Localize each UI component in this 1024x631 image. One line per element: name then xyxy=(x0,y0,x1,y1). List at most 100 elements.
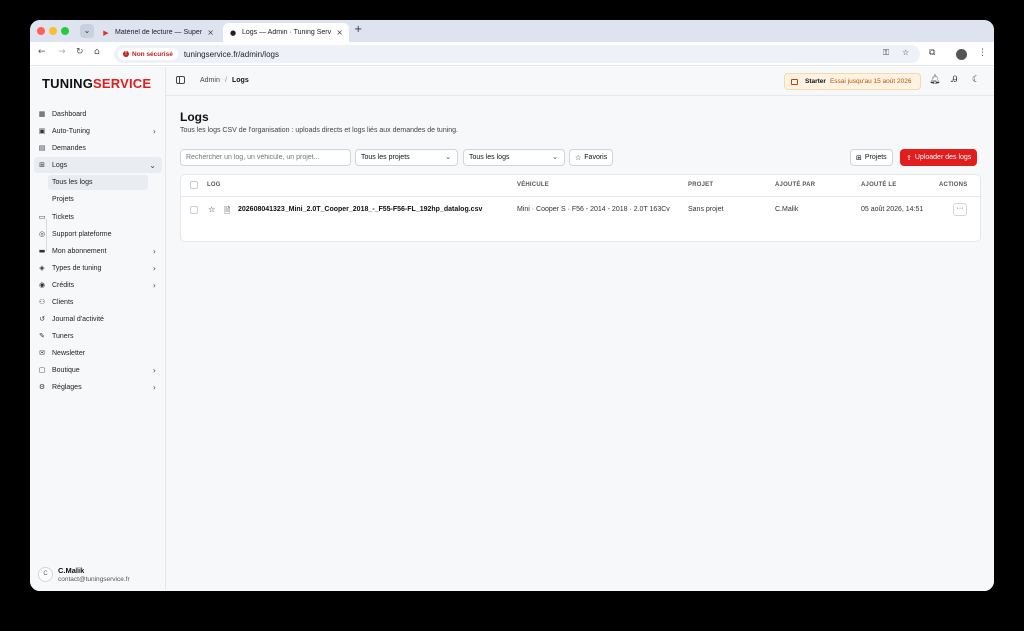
added-on-cell: 05 août 2026, 14:51 xyxy=(861,206,924,213)
upload-icon: ⇪ xyxy=(906,153,912,162)
sidebar-item-support[interactable]: ◎ Support plateforme xyxy=(34,226,162,242)
sidebar-subitem-projets[interactable]: Projets xyxy=(48,192,148,207)
page-subtitle: Tous les logs CSV de l'organisation : up… xyxy=(180,127,459,134)
browser-toolbar: ← → ↻ ⌂ ! Non sécurisé tuningservice.fr/… xyxy=(30,42,994,66)
network-icon: ⊞ xyxy=(856,153,862,162)
chevron-down-icon: ⌄ xyxy=(445,153,451,161)
sidebar: TUNINGSERVICE ▦ Dashboard ▣ Auto-Tuning › ▤… xyxy=(30,67,166,591)
maximize-window-dot[interactable] xyxy=(61,27,69,35)
top-header: Admin / Logs Starter Essai jusqu'au 15 a… xyxy=(166,67,994,96)
column-header-actions: ACTIONS xyxy=(939,182,968,188)
url-text[interactable]: tuningservice.fr/admin/logs xyxy=(184,50,279,59)
chevron-right-icon: › xyxy=(152,126,156,136)
select-all-checkbox[interactable] xyxy=(190,181,198,189)
extensions-icon[interactable]: ⧉ xyxy=(929,48,935,58)
address-bar[interactable]: ! Non sécurisé tuningservice.fr/admin/lo… xyxy=(114,45,920,63)
breadcrumb-admin[interactable]: Admin xyxy=(200,77,220,84)
column-header-log[interactable]: LOG xyxy=(207,182,221,188)
file-icon: 🗎︎ xyxy=(224,206,231,215)
tab-search-icon[interactable]: ⌄ xyxy=(80,24,94,38)
browser-tab-2[interactable]: ● Logs — Admin · Tuning Servic × xyxy=(223,23,349,42)
breadcrumb-current: Logs xyxy=(232,77,249,84)
reload-icon[interactable]: ↻ xyxy=(76,47,84,57)
column-header-ajoute-par[interactable]: AJOUTÉ PAR xyxy=(775,182,815,188)
tab-title: Matériel de lecture — Supera xyxy=(115,29,203,36)
user-email: contact@tuningservice.fr xyxy=(58,576,130,583)
plan-badge[interactable]: Starter Essai jusqu'au 15 août 2026 xyxy=(784,73,921,90)
grid-icon: ▦ xyxy=(38,110,46,118)
row-actions-button[interactable]: ··· xyxy=(953,203,967,216)
chevron-down-icon: ⌄ xyxy=(149,160,156,170)
home-icon[interactable]: ⌂ xyxy=(94,47,100,57)
back-icon[interactable]: ← xyxy=(38,47,46,57)
chevron-right-icon: › xyxy=(152,246,156,256)
projects-button[interactable]: ⊞ Projets xyxy=(850,149,893,166)
bookmark-star-icon[interactable]: ☆ xyxy=(902,48,909,57)
forward-icon[interactable]: → xyxy=(58,47,66,57)
favorites-button[interactable]: ☆ Favoris xyxy=(569,149,614,166)
chevron-right-icon: › xyxy=(152,382,156,392)
sidebar-item-demandes[interactable]: ▤ Demandes xyxy=(34,140,162,156)
users-icon: ⚇ xyxy=(38,298,46,306)
sidebar-item-credits[interactable]: ◉ Crédits › xyxy=(34,277,162,293)
column-header-vehicule[interactable]: VÉHICULE xyxy=(517,182,549,188)
moon-icon[interactable]: ☾ xyxy=(972,75,980,85)
chevron-right-icon: › xyxy=(152,280,156,290)
sidebar-item-tickets[interactable]: ▭ Tickets xyxy=(34,209,162,225)
toggle-sidebar-icon[interactable] xyxy=(176,76,185,84)
clipboard-icon: ▤ xyxy=(38,144,46,152)
sidebar-item-journal[interactable]: ↺ Journal d'activité xyxy=(34,311,162,327)
lifebuoy-icon: ◎ xyxy=(38,230,46,238)
profile-avatar[interactable] xyxy=(956,49,967,60)
star-icon: ☆ xyxy=(575,153,582,162)
close-window-dot[interactable] xyxy=(37,27,45,35)
breadcrumb-separator: / xyxy=(225,77,227,84)
column-header-ajoute-le[interactable]: AJOUTÉ LE xyxy=(861,182,896,188)
sidebar-subitem-tous-les-logs[interactable]: Tous les logs xyxy=(48,175,148,190)
translate-icon[interactable]: Ꭿ xyxy=(951,75,958,85)
added-by-cell: C.Malik xyxy=(775,206,799,213)
bell-icon[interactable]: 🔔︎ xyxy=(929,75,940,85)
app-logo[interactable]: TUNINGSERVICE xyxy=(42,76,151,91)
sidebar-item-newsletter[interactable]: ✉ Newsletter xyxy=(34,345,162,361)
sidebar-item-clients[interactable]: ⚇ Clients xyxy=(34,294,162,310)
security-indicator[interactable]: ! Non sécurisé xyxy=(118,48,178,60)
log-filename[interactable]: 202608041323_Mini_2.0T_Cooper_2018_-_F55… xyxy=(238,206,482,213)
sidebar-item-tuners[interactable]: ✎ Tuners xyxy=(34,328,162,344)
close-tab-icon[interactable]: × xyxy=(336,28,343,37)
search-input[interactable] xyxy=(180,149,351,166)
mail-icon: ✉ xyxy=(39,349,45,357)
tab-title: Logs — Admin · Tuning Servic xyxy=(242,29,332,36)
row-checkbox[interactable] xyxy=(190,206,198,214)
minimize-window-dot[interactable] xyxy=(49,27,57,35)
sidebar-item-types-tuning[interactable]: ◈ Types de tuning › xyxy=(34,260,162,276)
browser-menu-icon[interactable]: ⋮ xyxy=(978,48,987,58)
favorite-star-icon[interactable]: ☆ xyxy=(208,205,215,214)
network-icon: ⊞ xyxy=(39,161,45,169)
sidebar-item-logs[interactable]: ⊞ Logs ⌄ xyxy=(34,157,162,173)
chevron-right-icon: › xyxy=(152,365,156,375)
user-card[interactable]: C C.Malik contact@tuningservice.fr xyxy=(38,564,162,586)
close-tab-icon[interactable]: × xyxy=(207,28,214,37)
sidebar-item-abonnement[interactable]: ▬ Mon abonnement › xyxy=(34,243,162,259)
history-icon: ↺ xyxy=(39,315,45,323)
sidebar-item-dashboard[interactable]: ▦ Dashboard xyxy=(34,106,162,122)
new-tab-button[interactable]: + xyxy=(354,24,362,35)
project-filter-select[interactable]: Tous les projets ⌄ xyxy=(355,149,458,166)
calendar-icon xyxy=(791,78,798,85)
ticket-icon: ▭ xyxy=(38,213,46,221)
column-header-projet[interactable]: PROJET xyxy=(688,182,713,188)
sidebar-item-reglages[interactable]: ⚙ Réglages › xyxy=(34,379,162,395)
upload-logs-button[interactable]: ⇪ Uploader des logs xyxy=(900,149,978,166)
browser-tab-1[interactable]: ▶ Matériel de lecture — Supera × xyxy=(96,23,220,42)
page-favicon-icon: ▶ xyxy=(103,28,109,37)
project-cell: Sans projet xyxy=(688,206,724,213)
log-filter-select[interactable]: Tous les logs ⌄ xyxy=(463,149,565,166)
cpu-icon: ▣ xyxy=(38,127,46,135)
password-key-icon[interactable]: ⚿ xyxy=(883,48,889,58)
sidebar-item-auto-tuning[interactable]: ▣ Auto-Tuning › xyxy=(34,123,162,139)
table-row[interactable]: ☆ 🗎︎ 202608041323_Mini_2.0T_Cooper_2018_… xyxy=(181,197,980,223)
page-favicon-icon: ● xyxy=(229,28,237,37)
wrench-icon: ✎ xyxy=(39,332,45,340)
sidebar-item-boutique[interactable]: ▢ Boutique › xyxy=(34,362,162,378)
